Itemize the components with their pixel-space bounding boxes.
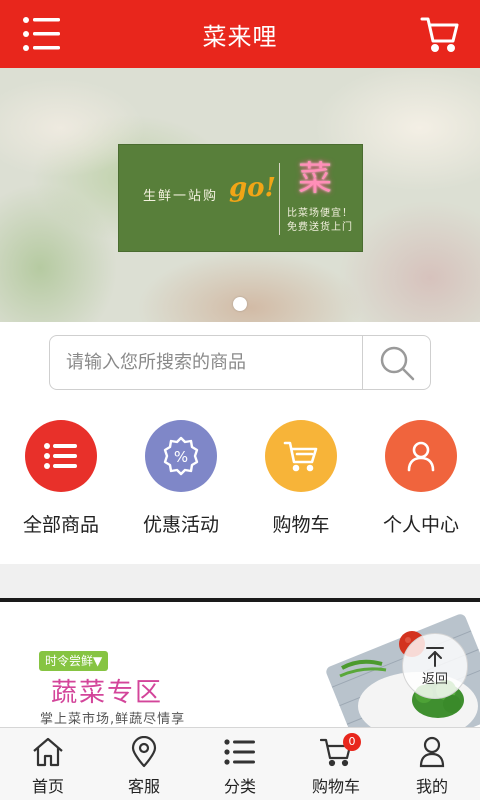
promo-go: go! [229,173,276,203]
search-button[interactable] [362,336,430,389]
quick-item-profile[interactable]: 个人中心 [360,418,480,538]
back-to-top-label: 返回 [421,672,448,687]
cart-count-badge: 0 [343,733,361,751]
section-gap [0,564,480,598]
promo-divider [279,163,280,235]
cart-icon[interactable] [420,14,460,54]
promo-line-2: 免费送货上门 [287,222,353,233]
menu-icon[interactable] [22,16,62,52]
quick-item-label: 全部商品 [22,514,99,536]
veg-section[interactable]: 时令尝鲜▼ 蔬菜专区 掌上菜市场,鲜蔬尽情享 返回 [0,602,480,730]
veg-title: 蔬菜专区 [51,678,164,708]
tab-service[interactable]: 客服 [96,728,192,800]
list-icon [25,420,97,492]
quick-item-promotions[interactable]: % 优惠活动 [120,418,240,538]
tab-cart[interactable]: 0 购物车 [288,728,384,800]
promo-line-1: 比菜场便宜！ [287,208,353,219]
user-icon [385,420,457,492]
promo-card: 生鲜一站购 go! 菜 比菜场便宜！ 免费送货上门 [118,144,363,252]
veg-tag[interactable]: 时令尝鲜▼ [39,651,109,671]
veg-subtitle: 掌上菜市场,鲜蔬尽情享 [40,712,186,727]
location-icon [127,735,161,769]
tab-label: 我的 [415,777,448,796]
tab-category[interactable]: 分类 [192,728,288,800]
quick-item-all-products[interactable]: 全部商品 [0,418,120,538]
tab-mine[interactable]: 我的 [384,728,480,800]
tab-label: 客服 [127,777,160,796]
home-icon [31,735,65,769]
back-to-top-button[interactable]: 返回 [402,633,468,699]
tab-label: 购物车 [311,777,360,796]
app-header: 菜来哩 [0,0,480,68]
search-icon [380,346,414,380]
tab-home[interactable]: 首页 [0,728,96,800]
search-bar [49,335,431,390]
discount-icon: % [145,420,217,492]
user-icon [415,735,449,769]
tab-label: 分类 [223,777,256,796]
svg-text:%: % [174,448,188,466]
page-title: 菜来哩 [202,22,278,51]
list-icon [223,735,257,769]
promo-brand-char: 菜 [298,158,332,199]
arrow-up-icon [426,647,444,667]
quick-item-label: 优惠活动 [142,514,219,536]
quick-item-label: 个人中心 [382,514,459,536]
bottom-nav: 首页 客服 分类 0 购物车 我的 [0,727,480,800]
quick-item-label: 购物车 [272,514,330,536]
promo-slogan: 生鲜一站购 [143,189,219,204]
quick-item-cart[interactable]: 购物车 [240,418,360,538]
tab-label: 首页 [31,777,64,796]
quick-nav: 全部商品 % 优惠活动 购物车 个人中心 [0,418,480,538]
cart-icon [265,420,337,492]
carousel-dot[interactable] [233,297,247,311]
promo-banner[interactable]: 生鲜一站购 go! 菜 比菜场便宜！ 免费送货上门 [0,68,480,322]
search-input[interactable] [50,336,364,389]
